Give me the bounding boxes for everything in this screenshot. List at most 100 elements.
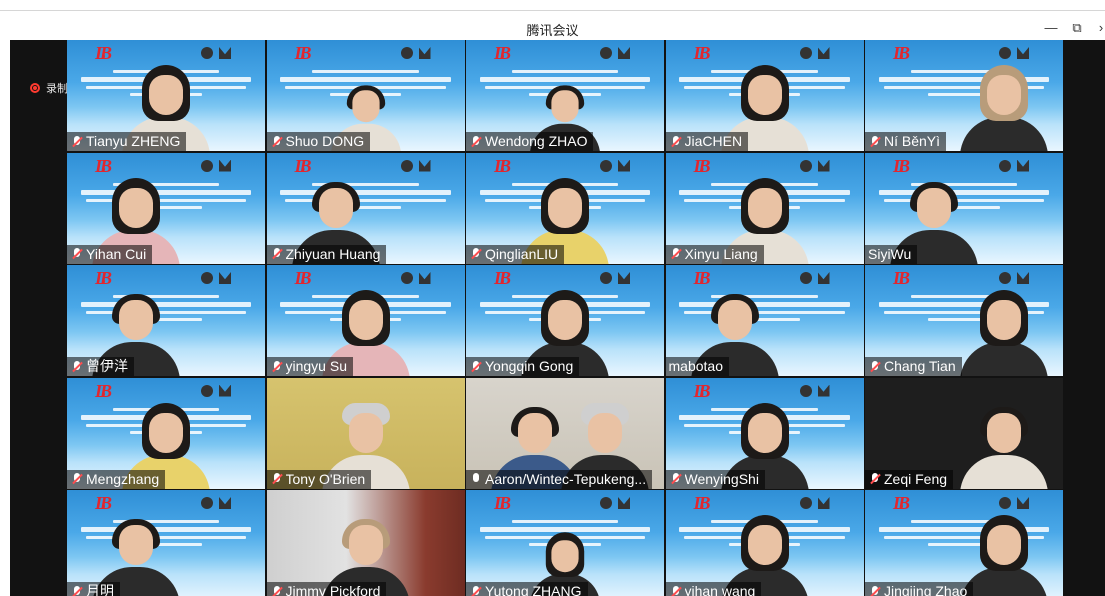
- participant-tile[interactable]: mabotao: [665, 265, 864, 376]
- participant-tile[interactable]: Xinyu Liang: [665, 152, 864, 264]
- participant-label: Aaron/Wintec-Tepukeng...: [466, 469, 653, 489]
- wintec-logo: [400, 46, 439, 60]
- mic-muted-icon: [868, 585, 882, 596]
- participant-label: 曾伊洋: [67, 357, 134, 376]
- mic-muted-icon: [669, 135, 683, 149]
- participant-name: WenyingShi: [684, 470, 759, 487]
- participant-label: Yihan Cui: [67, 244, 153, 264]
- participant-label: Jingjing Zhao: [865, 582, 974, 596]
- mic-muted-icon: [270, 135, 284, 149]
- participant-label: WenyingShi: [665, 469, 765, 489]
- participant-name: Yihan Cui: [86, 245, 147, 262]
- participant-name: Aaron/Wintec-Tepukeng...: [485, 470, 647, 487]
- participant-name: Jimmy Pickford: [285, 583, 381, 596]
- mic-muted-icon: [469, 247, 483, 261]
- participant-label: Jimmy Pickford: [266, 582, 387, 596]
- participant-label: Mengzhang: [67, 469, 166, 489]
- wintec-logo: [201, 496, 239, 510]
- participant-name: Zeqi Feng: [884, 470, 948, 487]
- participant-name: Mengzhang: [86, 470, 160, 487]
- participant-tile[interactable]: Wendong ZHAO: [466, 40, 664, 151]
- school-logo: [893, 494, 921, 512]
- participant-tile[interactable]: Yutong ZHANG: [466, 490, 664, 596]
- window-title: 腾讯会议: [526, 24, 579, 39]
- participant-tile[interactable]: Jimmy Pickford: [266, 490, 465, 596]
- participant-label: 月明: [67, 582, 120, 596]
- mic-muted-icon: [669, 247, 683, 261]
- participant-name: Tianyu ZHENG: [86, 133, 181, 149]
- school-logo: [494, 494, 522, 512]
- mic-muted-icon: [70, 360, 84, 374]
- video-gallery: 录制中 Tianyu ZHENG Shuo DONG Wendong ZHAO: [10, 40, 1105, 596]
- participant-tile[interactable]: WenyingShi: [665, 377, 864, 489]
- participant-name: 曾伊洋: [86, 358, 128, 374]
- participant-label: Chang Tian: [865, 357, 962, 376]
- participant-label: Wendong ZHAO: [466, 132, 594, 151]
- participant-tile[interactable]: Jingjing Zhao: [865, 490, 1063, 596]
- participant-name: Tony O'Brien: [285, 470, 366, 487]
- mic-muted-icon: [70, 585, 84, 596]
- mic-muted-icon: [270, 585, 284, 596]
- participant-label: SiyiWu: [865, 244, 918, 264]
- minimize-button[interactable]: —: [1040, 17, 1062, 39]
- mic-muted-icon: [469, 585, 483, 596]
- participant-label: Tony O'Brien: [266, 469, 372, 489]
- participant-tile[interactable]: Zhiyuan Huang: [266, 152, 465, 264]
- participant-tile[interactable]: Tony O'Brien: [266, 377, 465, 489]
- participant-tile[interactable]: 月明: [67, 490, 265, 596]
- participant-tile[interactable]: SiyiWu: [865, 152, 1063, 264]
- participant-tile[interactable]: Aaron/Wintec-Tepukeng...: [466, 377, 664, 489]
- participant-label: Shuo DONG: [266, 132, 371, 151]
- participant-name: Yongqin Gong: [485, 358, 574, 374]
- mic-muted-icon: [868, 135, 882, 149]
- participant-name: Xinyu Liang: [684, 245, 758, 262]
- participant-tile[interactable]: Zeqi Feng: [865, 377, 1063, 489]
- participant-tile[interactable]: Yongqin Gong: [466, 265, 664, 376]
- more-button[interactable]: ›: [1090, 17, 1105, 39]
- participant-label: yihan wang: [665, 582, 762, 596]
- participant-label: yingyu Su: [266, 357, 353, 376]
- participant-name: Chang Tian: [884, 358, 956, 374]
- wintec-logo: [799, 271, 838, 285]
- participant-name: QinglianLIU: [485, 245, 559, 262]
- participant-tile[interactable]: Mengzhang: [67, 377, 265, 489]
- participant-name: Jingjing Zhao: [884, 583, 968, 596]
- restore-button[interactable]: ⧉: [1066, 17, 1088, 39]
- school-logo: [893, 269, 921, 287]
- mic-muted-icon: [868, 472, 882, 486]
- participant-tile[interactable]: yingyu Su: [266, 265, 465, 376]
- participant-name: Ní BěnYì: [884, 133, 941, 149]
- participant-label: mabotao: [665, 357, 729, 376]
- school-logo: [295, 44, 323, 62]
- mic-muted-icon: [70, 247, 84, 261]
- mic-muted-icon: [70, 472, 84, 486]
- mic-muted-icon: [270, 360, 284, 374]
- participant-name: Wendong ZHAO: [485, 133, 588, 149]
- school-logo: [893, 44, 921, 62]
- wintec-logo: [999, 159, 1037, 173]
- wintec-logo: [201, 159, 239, 173]
- participant-video: [954, 280, 1054, 376]
- participant-tile[interactable]: Yihan Cui: [67, 152, 265, 264]
- participant-tile[interactable]: Shuo DONG: [266, 40, 465, 151]
- participant-tile[interactable]: yihan wang: [665, 490, 864, 596]
- participant-tile[interactable]: Chang Tian: [865, 265, 1063, 376]
- participant-tile[interactable]: QinglianLIU: [466, 152, 664, 264]
- participant-name: mabotao: [668, 358, 723, 374]
- wintec-logo: [201, 271, 239, 285]
- participant-tile[interactable]: 曾伊洋: [67, 265, 265, 376]
- participant-name: Shuo DONG: [285, 133, 365, 149]
- mic-muted-icon: [469, 360, 483, 374]
- participant-name: Yutong ZHANG: [485, 583, 582, 596]
- wintec-logo: [400, 159, 439, 173]
- participant-tile[interactable]: Ní BěnYì: [865, 40, 1063, 151]
- participant-tile[interactable]: Tianyu ZHENG: [67, 40, 265, 151]
- wintec-logo: [600, 46, 638, 60]
- participant-tile[interactable]: JiaCHEN: [665, 40, 864, 151]
- mic-muted-icon: [270, 247, 284, 261]
- mic-on-icon: [469, 472, 483, 486]
- participant-label: JiaCHEN: [665, 132, 749, 151]
- mic-muted-icon: [270, 472, 284, 486]
- participant-label: Xinyu Liang: [665, 244, 764, 264]
- participant-name: JiaCHEN: [684, 133, 743, 149]
